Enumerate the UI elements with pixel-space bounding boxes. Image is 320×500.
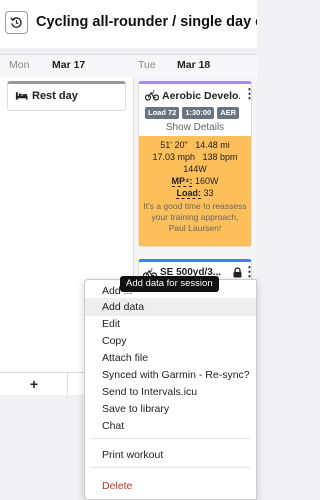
menu-item-print-workout[interactable]: Print workout bbox=[85, 446, 256, 464]
load-value: 33 bbox=[200, 188, 214, 198]
duration-badge: 1:30:00 bbox=[182, 107, 215, 119]
load-badge: Load 72 bbox=[145, 107, 180, 119]
distance-value: 14.48 mi bbox=[195, 140, 230, 150]
menu-separator bbox=[91, 467, 250, 468]
rest-day-label: Rest day bbox=[32, 90, 78, 102]
workout-metrics-panel: 51' 20" 14.48 mi 17.03 mph 138 bpm 144W … bbox=[139, 136, 251, 246]
page-title: Cycling all-rounder / single day event bbox=[36, 14, 257, 30]
type-badge: AER bbox=[217, 107, 240, 119]
time-distance-row: 51' 20" 14.48 mi bbox=[139, 140, 251, 150]
mp-value: 160W bbox=[192, 176, 219, 186]
elapsed-time: 51' 20" bbox=[160, 140, 188, 150]
mp-row: MP⁴: 160W bbox=[139, 176, 251, 187]
header: Cycling all-rounder / single day event bbox=[0, 0, 257, 48]
add-workout-button[interactable]: + bbox=[20, 373, 48, 395]
speed-value: 17.03 mph bbox=[152, 152, 195, 162]
menu-item-edit[interactable]: Edit bbox=[85, 315, 256, 333]
menu-item-save-library[interactable]: Save to library bbox=[85, 400, 256, 418]
menu-item-delete[interactable]: Delete bbox=[85, 477, 256, 495]
power-value: 144W bbox=[183, 164, 207, 174]
menu-item-send-intervals[interactable]: Send to Intervals.icu bbox=[85, 383, 256, 401]
day-of-week-tue: Tue bbox=[138, 59, 156, 71]
menu-item-add-data[interactable]: Add data bbox=[85, 298, 256, 316]
day-of-week-mon: Mon bbox=[9, 59, 30, 71]
load-row: Load: 33 bbox=[139, 188, 251, 199]
coach-note: It's a good time to reassess your traini… bbox=[143, 201, 247, 233]
divider bbox=[67, 373, 68, 395]
date-tue: Mar 18 bbox=[177, 59, 211, 71]
rest-day-card[interactable]: Rest day bbox=[7, 81, 126, 111]
workout-card-aerobic[interactable]: Aerobic Develo... ⋮ Load 72 1:30:00 AER … bbox=[138, 81, 252, 247]
bike-icon bbox=[145, 90, 159, 101]
mp-label: MP⁴: bbox=[171, 176, 193, 187]
history-button[interactable] bbox=[5, 11, 28, 34]
speed-hr-row: 17.03 mph 138 bpm bbox=[139, 152, 251, 162]
workout-badges: Load 72 1:30:00 AER bbox=[145, 107, 240, 119]
load-label: Load: bbox=[176, 188, 201, 199]
lock-icon bbox=[233, 267, 242, 278]
heart-rate-value: 138 bpm bbox=[202, 152, 238, 162]
menu-item-chat[interactable]: Chat bbox=[85, 417, 256, 435]
show-details-link[interactable]: Show Details bbox=[139, 122, 251, 133]
workout-name: Aerobic Develo... bbox=[162, 90, 240, 102]
menu-separator bbox=[91, 438, 250, 439]
workout-context-menu: Add ... Add data Edit Copy Attach file S… bbox=[84, 279, 257, 500]
menu-item-attach-file[interactable]: Attach file bbox=[85, 349, 256, 367]
kebab-menu-icon[interactable]: ⋮ bbox=[243, 265, 256, 278]
menu-item-garmin-resync[interactable]: Synced with Garmin - Re-sync? bbox=[85, 366, 256, 384]
day-header-bar: Mon Mar 17 Tue Mar 18 bbox=[0, 54, 257, 78]
history-icon bbox=[10, 17, 22, 28]
tooltip: Add data for session bbox=[120, 276, 219, 292]
menu-item-copy[interactable]: Copy bbox=[85, 332, 256, 350]
kebab-menu-icon[interactable]: ⋮ bbox=[243, 87, 251, 100]
bed-icon bbox=[15, 92, 28, 100]
date-mon: Mar 17 bbox=[52, 59, 86, 71]
